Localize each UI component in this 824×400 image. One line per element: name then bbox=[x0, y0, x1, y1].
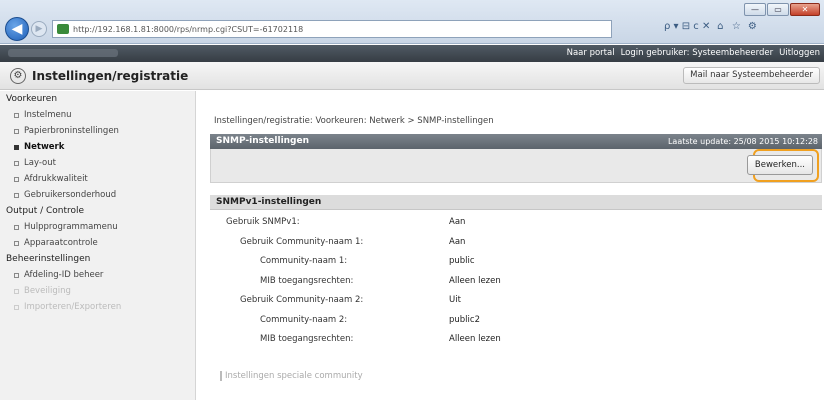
top-links: Naar portal Login gebruiker: Systeembehe… bbox=[567, 48, 820, 58]
bullet-icon bbox=[14, 128, 19, 134]
setting-value: Aan bbox=[449, 217, 466, 227]
logout-link[interactable]: Uitloggen bbox=[779, 48, 820, 58]
setting-label: Gebruik SNMPv1: bbox=[226, 217, 300, 227]
close-window-button[interactable]: ✕ bbox=[790, 3, 820, 16]
sidebar-item-gebruikersonderhoud[interactable]: Gebruikersonderhoud bbox=[0, 187, 195, 203]
setting-row: Community-naam 1: public bbox=[210, 252, 822, 272]
panel-header: SNMP-instellingen Laatste update: 25/08 … bbox=[210, 134, 822, 149]
setting-label: MIB toegangsrechten: bbox=[260, 275, 354, 286]
home-icon[interactable]: ⌂ bbox=[714, 21, 726, 32]
sidebar-item-label: Netwerk bbox=[24, 142, 65, 152]
back-button[interactable]: ◀ bbox=[5, 17, 29, 41]
sidebar-item-instelmenu[interactable]: Instelmenu bbox=[0, 107, 195, 123]
window-controls: — ▭ ✕ bbox=[744, 3, 820, 16]
edit-button[interactable]: Bewerken... bbox=[746, 155, 813, 175]
bullet-icon bbox=[14, 112, 19, 118]
setting-value: public bbox=[449, 256, 475, 266]
settings-icon: ⚙ bbox=[10, 68, 26, 84]
star-icon[interactable]: ☆ bbox=[730, 21, 742, 32]
sidebar-item-importeren[interactable]: Importeren/Exporteren bbox=[0, 299, 195, 315]
bullet-icon bbox=[14, 192, 19, 198]
site-icon bbox=[57, 24, 69, 34]
url-text: http://192.168.1.81:8000/rps/nrmp.cgi?CS… bbox=[73, 24, 304, 34]
login-user-label: Login gebruiker: Systeembeheerder bbox=[620, 48, 774, 58]
sidebar-item-label: Afdrukkwaliteit bbox=[24, 174, 88, 184]
address-bar[interactable]: http://192.168.1.81:8000/rps/nrmp.cgi?CS… bbox=[52, 20, 612, 38]
bullet-icon bbox=[14, 240, 19, 246]
setting-value: Alleen lezen bbox=[449, 275, 501, 286]
browser-toolbar-icons: ρ ▾ ⊟ c ✕ ⌂ ☆ ⚙ bbox=[664, 21, 758, 32]
bullet-icon bbox=[14, 176, 19, 182]
setting-value: Uit bbox=[449, 295, 461, 305]
sidebar-item-hulpprogrammamenu[interactable]: Hulpprogrammamenu bbox=[0, 219, 195, 235]
sidebar-item-label: Importeren/Exporteren bbox=[24, 302, 122, 312]
maximize-button[interactable]: ▭ bbox=[767, 3, 789, 16]
sidebar-item-layout[interactable]: Lay-out bbox=[0, 155, 195, 171]
setting-row: Gebruik Community-naam 2: Uit bbox=[210, 291, 822, 311]
section-title: SNMPv1-instellingen bbox=[216, 197, 322, 207]
sidebar-item-label: Hulpprogrammamenu bbox=[24, 222, 118, 232]
setting-label: Community-naam 2: bbox=[260, 314, 348, 325]
bullet-icon bbox=[14, 272, 19, 278]
top-strip: Naar portal Login gebruiker: Systeembehe… bbox=[0, 45, 824, 62]
sidebar-section-beheer: Beheerinstellingen bbox=[6, 254, 91, 264]
bullet-icon bbox=[14, 160, 19, 166]
setting-row: MIB toegangsrechten: Alleen lezen bbox=[210, 272, 822, 292]
sidebar-section-output: Output / Controle bbox=[6, 206, 85, 216]
mail-admin-button[interactable]: Mail naar Systeembeheerder bbox=[683, 67, 820, 84]
sidebar-item-label: Gebruikersonderhoud bbox=[24, 190, 117, 200]
last-update-text: Laatste update: 25/08 2015 10:12:28 bbox=[667, 137, 818, 146]
setting-value: Aan bbox=[449, 236, 466, 247]
sidebar-item-afdrukkwaliteit[interactable]: Afdrukkwaliteit bbox=[0, 171, 195, 187]
section-header: SNMPv1-instellingen bbox=[210, 195, 822, 210]
bullet-icon bbox=[14, 224, 19, 230]
panel-toolbar: Bewerken... bbox=[210, 149, 822, 183]
portal-link[interactable]: Naar portal bbox=[567, 48, 615, 58]
gear-icon[interactable]: ⚙ bbox=[746, 21, 758, 32]
sidebar-item-netwerk[interactable]: Netwerk bbox=[0, 139, 195, 155]
sidebar-item-label: Instelmenu bbox=[24, 110, 72, 120]
search-refresh-controls[interactable]: ρ ▾ ⊟ c ✕ bbox=[664, 21, 710, 32]
setting-label: MIB toegangsrechten: bbox=[260, 334, 354, 344]
main-content: Instellingen/registratie: Voorkeuren: Ne… bbox=[204, 91, 822, 400]
sidebar-item-label: Lay-out bbox=[24, 158, 56, 168]
bullet-icon bbox=[14, 304, 19, 310]
breadcrumb: Instellingen/registratie: Voorkeuren: Ne… bbox=[214, 116, 494, 126]
setting-label: Gebruik Community-naam 1: bbox=[240, 236, 364, 247]
setting-row: MIB toegangsrechten: Alleen lezen bbox=[210, 330, 822, 350]
setting-value: public2 bbox=[449, 314, 480, 325]
sidebar-item-label: Apparaatcontrole bbox=[24, 238, 98, 248]
forward-button[interactable]: ▶ bbox=[31, 21, 47, 37]
setting-label: Gebruik Community-naam 2: bbox=[240, 295, 364, 305]
sidebar-item-papierbron[interactable]: Papierbroninstellingen bbox=[0, 123, 195, 139]
sidebar-item-label: Afdeling-ID beheer bbox=[24, 270, 104, 280]
panel-title: SNMP-instellingen bbox=[216, 136, 310, 146]
setting-label: Community-naam 1: bbox=[260, 256, 348, 266]
sidebar-item-beveiliging[interactable]: Beveiliging bbox=[0, 283, 195, 299]
minimize-button[interactable]: — bbox=[744, 3, 766, 16]
setting-row: Gebruik SNMPv1: Aan bbox=[210, 213, 822, 233]
bullet-icon bbox=[14, 288, 19, 294]
sidebar: Voorkeuren Instelmenu Papierbroninstelli… bbox=[0, 91, 196, 400]
blurred-logo bbox=[8, 49, 118, 57]
bullet-icon bbox=[14, 144, 19, 150]
sidebar-section-voorkeuren: Voorkeuren bbox=[6, 94, 58, 104]
sidebar-item-label: Papierbroninstellingen bbox=[24, 126, 119, 136]
settings-list: Gebruik SNMPv1: Aan Gebruik Community-na… bbox=[210, 213, 822, 350]
title-bar: ⚙ Instellingen/registratie Mail naar Sys… bbox=[0, 62, 824, 90]
sidebar-item-afdeling-id[interactable]: Afdeling-ID beheer bbox=[0, 267, 195, 283]
browser-toolbar: — ▭ ✕ ◀ ▶ http://192.168.1.81:8000/rps/n… bbox=[0, 0, 824, 44]
setting-row: Gebruik Community-naam 1: Aan bbox=[210, 233, 822, 253]
sidebar-item-apparaatcontrole[interactable]: Apparaatcontrole bbox=[0, 235, 195, 251]
sidebar-item-label: Beveiliging bbox=[24, 286, 71, 296]
setting-row: Community-naam 2: public2 bbox=[210, 311, 822, 331]
setting-value: Alleen lezen bbox=[449, 334, 501, 344]
subsection-title: Instellingen speciale community bbox=[220, 371, 363, 381]
page-title: Instellingen/registratie bbox=[32, 69, 189, 83]
